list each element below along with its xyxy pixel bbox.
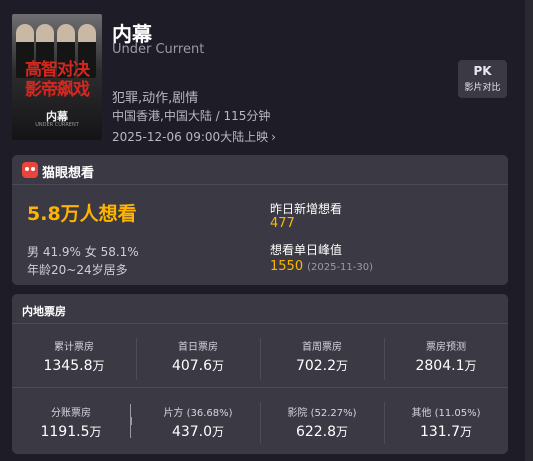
stat-cinema-share: 影院 (52.27%) 622.8万: [260, 404, 384, 440]
movie-english-title: Under Current: [112, 42, 205, 57]
box-office-title: 内地票房: [22, 305, 66, 318]
stat-number: 1345.8: [43, 358, 93, 374]
stat-value: 1191.5万: [12, 423, 130, 440]
stat-label: 票房预测: [426, 342, 466, 353]
stat-unit: 万: [464, 359, 477, 373]
stat-label: 片方 (36.68%): [163, 408, 233, 419]
box-office-card: 内地票房 累计票房 1345.8万 首日票房 407.6万 首周票房 702.2…: [12, 294, 508, 454]
stat-label: 分账票房: [51, 408, 91, 419]
stat-first-week-box-office: 首周票房 702.2万: [260, 338, 384, 374]
stat-unit: 万: [212, 359, 225, 373]
pk-sublabel: 影片对比: [464, 83, 501, 93]
stat-value: 407.6万: [136, 357, 260, 374]
stat-split-box-office: 分账票房 1191.5万: [12, 404, 130, 440]
stat-label: 首日票房: [178, 342, 218, 353]
pk-label: PK: [473, 64, 492, 78]
scrollbar[interactable]: [525, 0, 533, 461]
poster-tagline: 高智对决 影帝飙戏: [12, 60, 102, 100]
poster-subtitle: UNDER CURRENT: [35, 122, 79, 128]
stat-label: 其他 (11.05%): [411, 408, 481, 419]
chevron-right-icon: ›: [271, 130, 276, 144]
stat-value: 2804.1万: [384, 357, 508, 374]
stat-number: 702.2: [295, 358, 337, 374]
stat-unit: 万: [89, 425, 102, 439]
maoyan-logo-icon: [22, 162, 38, 178]
stat-value: 702.2万: [260, 357, 384, 374]
new-want-label: 昨日新增想看: [270, 202, 343, 216]
stat-number: 622.8: [295, 424, 337, 440]
stat-label: 影院 (52.27%): [287, 408, 357, 419]
stat-label: 首周票房: [302, 342, 342, 353]
stat-number: 1191.5: [40, 424, 90, 440]
movie-genres: 犯罪,动作,剧情: [112, 91, 199, 106]
stat-unit: 万: [336, 359, 349, 373]
peak-want-value: 1550: [270, 259, 304, 274]
stat-value: 131.7万: [384, 423, 508, 440]
pk-compare-button[interactable]: PK 影片对比: [458, 60, 507, 98]
stat-value: 1345.8万: [12, 357, 136, 374]
movie-poster[interactable]: 高智对决 影帝飙戏 内幕 UNDER CURRENT: [12, 14, 102, 140]
peak-want-label: 想看单日峰值: [270, 243, 343, 257]
stat-number: 437.0: [171, 424, 213, 440]
peak-want-date: (2025-11-30): [307, 262, 374, 273]
want-total: 5.8万人想看: [27, 203, 137, 225]
stat-unit: 万: [460, 425, 473, 439]
want-card-title: 猫眼想看: [42, 166, 95, 181]
poster-tagline-line1: 高智对决: [25, 60, 90, 80]
box-office-header: 内地票房: [12, 294, 508, 324]
stat-number: 407.6: [171, 358, 213, 374]
release-date: 2025-12-06 09:00大陆上映: [112, 130, 269, 144]
peak-want-info: 1550 (2025-11-30): [270, 259, 373, 274]
movie-region-duration: 中国香港,中国大陆 / 115分钟: [112, 109, 271, 123]
stat-number: 2804.1: [415, 358, 465, 374]
stat-total-box-office: 累计票房 1345.8万: [12, 338, 136, 374]
row-divider: [12, 387, 508, 388]
poster-tagline-line2: 影帝飙戏: [25, 80, 90, 100]
stat-value: 437.0万: [136, 423, 260, 440]
want-card-header: 猫眼想看: [12, 155, 508, 185]
release-info[interactable]: 2025-12-06 09:00大陆上映 ›: [112, 128, 276, 145]
want-to-see-card: 猫眼想看 5.8万人想看 男 41.9% 女 58.1% 年龄20~24岁居多 …: [12, 155, 508, 285]
stat-label: 累计票房: [54, 342, 94, 353]
stat-unit: 万: [336, 425, 349, 439]
stat-first-day-box-office: 首日票房 407.6万: [136, 338, 260, 374]
gender-ratio: 男 41.9% 女 58.1%: [27, 245, 139, 259]
stat-unit: 万: [212, 425, 225, 439]
stat-number: 131.7: [419, 424, 461, 440]
age-group: 年龄20~24岁居多: [27, 263, 128, 277]
stat-unit: 万: [92, 359, 105, 373]
stat-box-office-forecast: 票房预测 2804.1万: [384, 338, 508, 374]
stat-producer-share: 片方 (36.68%) 437.0万: [136, 404, 260, 440]
stat-value: 622.8万: [260, 423, 384, 440]
new-want-value: 477: [270, 216, 295, 231]
stat-other-share: 其他 (11.05%) 131.7万: [384, 404, 508, 440]
